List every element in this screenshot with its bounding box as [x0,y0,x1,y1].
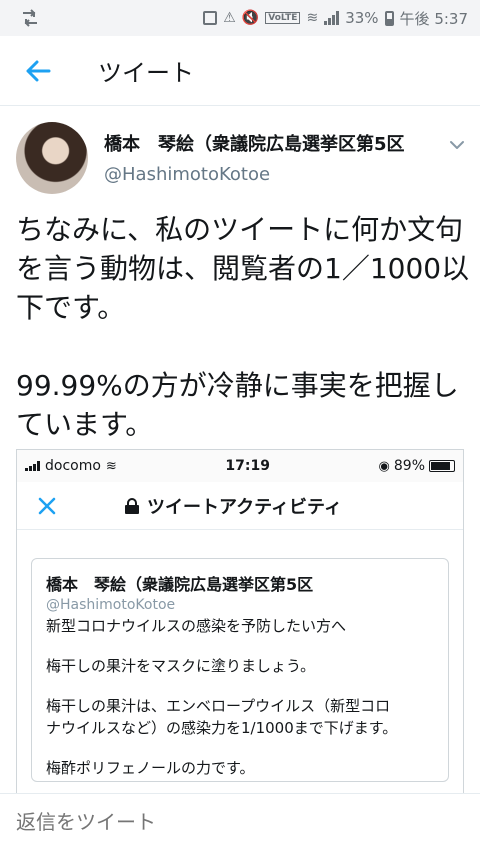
embedded-clock: 17:19 [225,458,270,474]
embedded-wifi-icon: ≋ [105,458,117,474]
embedded-tweet-text: 新型コロナウイルスの感染を予防したい方へ 梅干しの果汁をマスクに塗りましょう。 … [46,615,434,779]
embedded-header: ツイートアクティビティ [17,482,463,530]
embedded-text-line: 梅干しの果汁をマスクに塗りましょう。 [46,657,316,675]
author-name[interactable]: 橋本 琴絵（衆議院広島選挙区第5区 [104,130,434,156]
status-right: ⚠ 🔇 VoLTE ≋ 33% 午後 5:37 [203,8,468,29]
attached-image[interactable]: docomo ≋ 17:19 ◉ 89% ツイートアクティビティ 橋本 琴絵（衆… [16,449,464,793]
embedded-author-handle: @HashimotoKotoe [46,597,176,613]
embedded-rotation-lock-icon: ◉ [378,458,390,474]
embedded-signal-icon [25,461,40,471]
embedded-status-bar: docomo ≋ 17:19 ◉ 89% [17,450,463,482]
embedded-text-line: 梅干しの果汁は、エンベロープウイルス（新型コロ [46,697,391,715]
author-handle[interactable]: @HashimotoKotoe [104,164,270,185]
embedded-battery-icon [429,460,455,472]
lock-icon [125,497,139,514]
warning-icon: ⚠ [223,10,236,26]
back-button[interactable] [20,53,56,89]
status-bar: ⚠ 🔇 VoLTE ≋ 33% 午後 5:37 [0,0,480,36]
close-icon [38,497,56,515]
embedded-carrier: docomo [45,458,101,474]
tweet-author: 橋本 琴絵（衆議院広島選挙区第5区 @HashimotoKotoe [0,118,480,198]
battery-percent: 33% [345,9,379,27]
tweet-text: ちなみに、私のツイートに何か文句 を言う動物は、閲覧者の1／1000以 下です。… [16,210,472,444]
reply-bar [0,793,480,853]
status-left [20,9,40,27]
mute-icon: 🔇 [241,10,260,26]
tweet-text-line: 下です。 [16,291,126,324]
clipboard-icon [203,11,218,25]
tweet-text-line: ています。 [16,408,154,441]
embedded-tweet-card: 橋本 琴絵（衆議院広島選挙区第5区 @HashimotoKotoe 新型コロナウ… [31,558,449,782]
embedded-author-name: 橋本 琴絵（衆議院広島選挙区第5区 [46,575,314,594]
retweet-notification-icon [23,9,37,27]
page-title: ツイート [98,59,194,87]
wifi-icon: ≋ [306,10,319,26]
volte-icon: VoLTE [265,12,301,24]
tweet-text-line: 99.99%の方が冷静に事実を把握し [16,369,459,402]
signal-icon [324,11,340,25]
embedded-text-line: 新型コロナウイルスの感染を予防したい方へ [46,617,347,635]
clock: 午後 5:37 [399,9,468,28]
tweet-text-line: ちなみに、私のツイートに何か文句 [16,213,464,246]
embedded-text-line: ナウイルスなど）の感染力を1/1000まで下げます。 [46,719,398,737]
embedded-battery-percent: 89% [393,458,425,474]
tweet-text-line: を言う動物は、閲覧者の1／1000以 [16,252,470,285]
battery-icon [384,10,394,26]
embedded-header-title: ツイートアクティビティ [147,496,342,518]
avatar[interactable] [16,122,88,194]
reply-input[interactable] [16,810,456,834]
chevron-down-icon[interactable] [446,134,468,156]
back-arrow-icon [26,60,51,81]
embedded-text-line: 梅酢ポリフェノールの力です。 [46,759,255,777]
app-header: ツイート [0,36,480,106]
